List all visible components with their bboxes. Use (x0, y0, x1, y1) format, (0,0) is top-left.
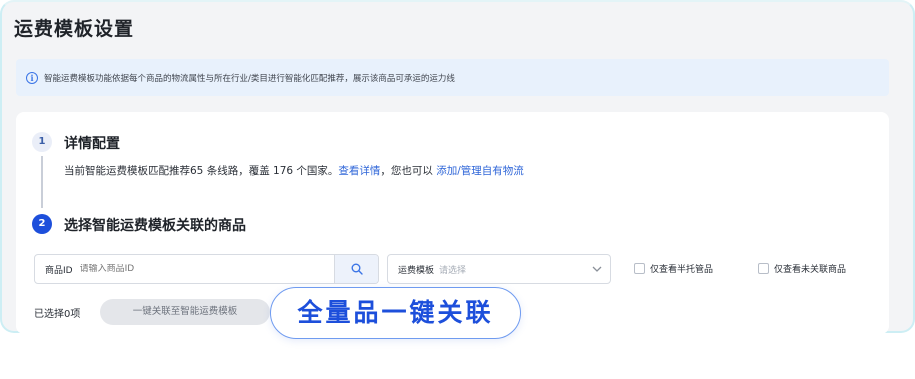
unlinked-filter[interactable]: 仅查看未关联商品 (758, 262, 846, 275)
page-title: 运费模板设置 (14, 18, 135, 40)
product-id-label: 商品ID (45, 265, 73, 276)
notice-text: 智能运费模板功能依据每个商品的物流属性与所在行业/类目进行智能化匹配推荐，展示该… (44, 73, 455, 84)
manage-logistics-link[interactable]: 添加/管理自有物流 (436, 165, 524, 177)
step-1-desc-prefix: 当前智能运费模板匹配推荐65 条线路，覆盖 176 个国家。 (64, 165, 339, 177)
page-frame: 运费模板设置 i 智能运费模板功能依据每个商品的物流属性与所在行业/类目进行智能… (0, 0, 915, 334)
unlinked-label: 仅查看未关联商品 (774, 265, 847, 275)
view-details-link[interactable]: 查看详情 (338, 165, 380, 177)
bulk-link-button[interactable]: 一键关联至智能运费模板 (100, 299, 270, 325)
info-icon: i (26, 71, 38, 84)
bulk-link-callout: 全量品一键关联 (270, 287, 521, 339)
unlinked-checkbox[interactable] (758, 263, 769, 274)
product-id-input[interactable] (79, 264, 334, 274)
chevron-down-icon (592, 266, 602, 272)
step-connector (41, 156, 43, 208)
template-select[interactable]: 运费模板 请选择 (387, 254, 611, 284)
semi-managed-checkbox[interactable] (634, 263, 645, 274)
step-1-number: 1 (32, 132, 52, 152)
product-id-search: 商品ID (34, 254, 379, 284)
step-2-number: 2 (32, 214, 52, 234)
step-1-title: 详情配置 (64, 136, 120, 152)
step-2-title: 选择智能运费模板关联的商品 (64, 218, 246, 234)
template-select-label: 运费模板 (398, 265, 435, 276)
selected-count: 已选择0项 (34, 309, 81, 320)
template-select-placeholder: 请选择 (439, 265, 467, 276)
semi-managed-filter[interactable]: 仅查看半托管品 (634, 262, 713, 275)
semi-managed-label: 仅查看半托管品 (650, 265, 714, 275)
step-1-description: 当前智能运费模板匹配推荐65 条线路，覆盖 176 个国家。查看详情，您也可以 … (64, 163, 524, 178)
info-notice: i 智能运费模板功能依据每个商品的物流属性与所在行业/类目进行智能化匹配推荐，展… (16, 59, 889, 96)
search-button[interactable] (334, 255, 378, 283)
search-icon (351, 263, 363, 275)
step-1-desc-middle: ，您也可以 (380, 165, 437, 177)
